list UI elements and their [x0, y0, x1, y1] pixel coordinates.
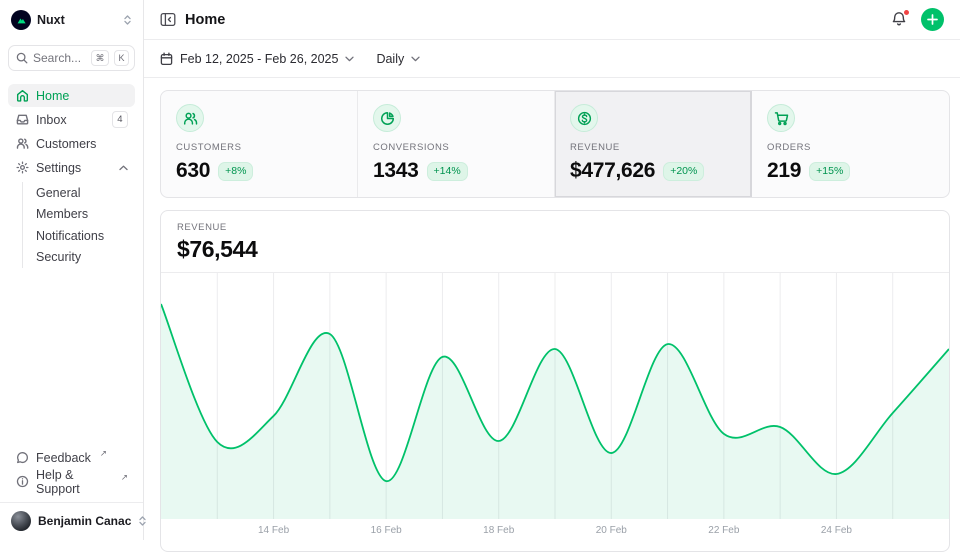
kbd-meta: ⌘ [91, 50, 109, 66]
chevron-down-icon [411, 56, 420, 62]
collapse-sidebar-icon[interactable] [160, 12, 176, 27]
home-icon [15, 89, 29, 102]
notifications-button[interactable] [889, 9, 909, 30]
sidebar-subitem-notifications[interactable]: Notifications [23, 225, 135, 247]
notification-dot [903, 9, 910, 16]
chart-header: REVENUE $76,544 [161, 211, 949, 273]
users-icon [176, 104, 204, 132]
users-icon [15, 137, 29, 150]
revenue-chart-svg [161, 273, 949, 519]
sidebar-item-inbox[interactable]: Inbox 4 [8, 108, 135, 131]
sidebar-subitem-members[interactable]: Members [23, 204, 135, 226]
chevron-up-icon [119, 165, 128, 171]
settings-submenu: General Members Notifications Security [22, 182, 135, 268]
dashboard-content: CUSTOMERS 630 +8% CONVERSIONS 1343 +14% [144, 78, 960, 552]
inbox-count-badge: 4 [112, 111, 128, 129]
stat-label: ORDERS [767, 142, 934, 153]
subitem-label: Members [36, 207, 88, 221]
chevron-down-icon [345, 56, 354, 62]
avatar [11, 511, 31, 531]
chart-x-axis: 14 Feb 16 Feb 18 Feb 20 Feb 22 Feb 24 Feb [161, 519, 949, 549]
sidebar: Nuxt Search... ⌘ K Home Inbox 4 [0, 0, 144, 540]
stat-card-revenue[interactable]: REVENUE $477,626 +20% [555, 91, 752, 197]
inbox-icon [15, 113, 29, 126]
x-tick-label: 20 Feb [596, 525, 627, 536]
sidebar-item-label: Home [36, 89, 69, 103]
stats-row: CUSTOMERS 630 +8% CONVERSIONS 1343 +14% [160, 90, 950, 198]
sidebar-item-label: Settings [36, 161, 81, 175]
chart-metric-label: REVENUE [177, 222, 933, 233]
sidebar-footer-nav: Feedback ↗ Help & Support ↗ [8, 446, 135, 494]
stat-label: CONVERSIONS [373, 142, 539, 153]
sidebar-subitem-general[interactable]: General [23, 182, 135, 204]
stat-delta-badge: +14% [427, 162, 468, 181]
stat-label: CUSTOMERS [176, 142, 342, 153]
stat-value: $477,626 [570, 158, 655, 184]
team-selector[interactable]: Nuxt [8, 6, 135, 34]
chevron-up-down-icon [123, 14, 132, 26]
stat-delta-badge: +20% [663, 162, 704, 181]
stat-value: 630 [176, 158, 210, 184]
chart-pie-icon [373, 104, 401, 132]
stat-label: REVENUE [570, 142, 736, 153]
stat-card-conversions[interactable]: CONVERSIONS 1343 +14% [358, 91, 555, 197]
search-placeholder: Search... [33, 51, 86, 65]
topbar: Home [144, 0, 960, 40]
footer-link-label: Help & Support [36, 468, 112, 496]
add-button[interactable] [921, 8, 944, 31]
user-menu[interactable]: Benjamin Canac [0, 502, 143, 540]
topbar-actions [889, 8, 944, 31]
nuxt-logo-icon [11, 10, 31, 30]
sidebar-item-home[interactable]: Home [8, 84, 135, 107]
sidebar-spacer [8, 270, 135, 446]
search-input[interactable]: Search... ⌘ K [8, 45, 135, 71]
help-support-link[interactable]: Help & Support ↗ [8, 470, 135, 493]
circle-dollar-icon [570, 104, 598, 132]
main-panel: Home Feb 12, 2025 - Feb 26, 2025 Daily [144, 0, 960, 540]
revenue-chart-card: REVENUE $76,544 14 Feb 16 Feb 18 Feb 20 Feb… [160, 210, 950, 552]
date-range-label: Feb 12, 2025 - Feb 26, 2025 [180, 52, 338, 66]
x-tick-label: 16 Feb [371, 525, 402, 536]
page-title: Home [185, 12, 225, 28]
chevron-up-down-icon [138, 515, 147, 527]
stat-delta-badge: +15% [809, 162, 850, 181]
filters-toolbar: Feb 12, 2025 - Feb 26, 2025 Daily [144, 40, 960, 78]
sidebar-item-label: Customers [36, 137, 96, 151]
x-tick-label: 22 Feb [708, 525, 739, 536]
stat-delta-badge: +8% [218, 162, 253, 181]
external-link-icon: ↗ [100, 449, 107, 458]
sidebar-item-label: Inbox [36, 113, 67, 127]
stat-value: 1343 [373, 158, 419, 184]
footer-link-label: Feedback [36, 451, 91, 465]
info-circle-icon [15, 475, 29, 488]
calendar-icon [160, 52, 173, 66]
stat-card-orders[interactable]: ORDERS 219 +15% [752, 91, 949, 197]
x-tick-label: 24 Feb [821, 525, 852, 536]
feedback-link[interactable]: Feedback ↗ [8, 446, 135, 469]
kbd-k: K [114, 50, 129, 66]
x-tick-label: 18 Feb [483, 525, 514, 536]
sidebar-subitem-security[interactable]: Security [23, 247, 135, 269]
sidebar-item-customers[interactable]: Customers [8, 132, 135, 155]
subitem-label: Security [36, 250, 81, 264]
chart-metric-value: $76,544 [177, 236, 933, 262]
subitem-label: Notifications [36, 229, 104, 243]
x-tick-label: 14 Feb [258, 525, 289, 536]
user-name: Benjamin Canac [38, 514, 131, 528]
sidebar-item-settings[interactable]: Settings [8, 156, 135, 179]
stat-value: 219 [767, 158, 801, 184]
stat-card-customers[interactable]: CUSTOMERS 630 +8% [161, 91, 358, 197]
granularity-select[interactable]: Daily [376, 52, 420, 66]
revenue-chart-plot [161, 273, 949, 519]
search-icon [16, 52, 28, 64]
chat-bubble-icon [15, 451, 29, 464]
gear-icon [15, 161, 29, 174]
granularity-label: Daily [376, 52, 404, 66]
sidebar-nav: Home Inbox 4 Customers Settings Ge [8, 84, 135, 270]
date-range-picker[interactable]: Feb 12, 2025 - Feb 26, 2025 [160, 52, 354, 66]
subitem-label: General [36, 186, 80, 200]
team-name: Nuxt [37, 13, 65, 27]
shopping-cart-icon [767, 104, 795, 132]
external-link-icon: ↗ [121, 473, 128, 482]
